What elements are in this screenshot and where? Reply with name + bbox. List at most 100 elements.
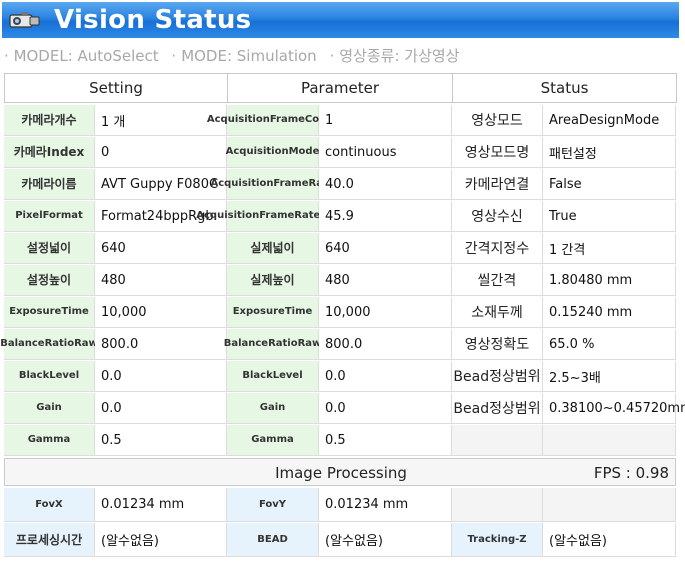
title-bar: Vision Status bbox=[2, 2, 679, 38]
model-info: MODEL: AutoSelect bbox=[13, 47, 159, 65]
ip-value-a: (알수없음) bbox=[95, 523, 227, 557]
fps-readout: FPS : 0.98 bbox=[593, 464, 669, 482]
parameter-value: 10,000 bbox=[319, 297, 452, 328]
setting-label: 설정넓이 bbox=[4, 233, 95, 264]
status-label: Bead정상범위 bbox=[452, 393, 543, 424]
status-label: 카메라연결 bbox=[452, 169, 543, 200]
parameter-label: BlackLevel bbox=[227, 361, 319, 392]
table-row: 설정넓이 640 실제넓이 640 간격지정수 1 간격 bbox=[4, 233, 676, 264]
setting-label: 카메라이름 bbox=[4, 169, 95, 200]
status-value: 0.38100~0.45720mm bbox=[543, 393, 685, 424]
setting-label: BlackLevel bbox=[4, 361, 95, 392]
parameter-value: 1 bbox=[319, 105, 452, 136]
status-value: False bbox=[543, 169, 676, 200]
status-value: 패턴설정 bbox=[543, 137, 676, 168]
image-kind-info: 영상종류: 가상영상 bbox=[339, 47, 460, 65]
status-value: AreaDesignMode bbox=[543, 105, 676, 136]
status-value: 65.0 % bbox=[543, 329, 676, 360]
parameter-value: 640 bbox=[319, 233, 452, 264]
parameter-label: AcquisitionFrameRate bbox=[210, 169, 335, 200]
table-row: Gamma 0.5 Gamma 0.5 bbox=[4, 425, 676, 456]
parameter-label: AcquisitionMode bbox=[226, 137, 319, 168]
ip-label-a: FovX bbox=[4, 488, 95, 522]
setting-header: Setting bbox=[4, 73, 228, 103]
table-row: BalanceRatioRaw 800.0 BalanceRatioRaw 800.0… bbox=[0, 329, 676, 360]
setting-label: 카메라개수 bbox=[4, 105, 95, 136]
parameter-value: 800.0 bbox=[319, 329, 452, 360]
setting-value: 0.5 bbox=[95, 425, 227, 456]
table-row: ExposureTime 10,000 ExposureTime 10,000 소재두께… bbox=[4, 297, 676, 328]
ip-label-b: FovY bbox=[227, 488, 319, 522]
setting-value: 0.0 bbox=[95, 393, 227, 424]
ip-label-c: Tracking-Z bbox=[452, 523, 543, 557]
table-row: Gain 0.0 Gain 0.0 Bead정상범위 0.38100~0.45720mm bbox=[4, 393, 685, 424]
parameter-label: 실제높이 bbox=[227, 265, 319, 296]
parameter-value: 40.0 bbox=[319, 169, 452, 200]
image-processing-bar: Image Processing FPS : 0.98 bbox=[4, 458, 676, 486]
setting-label: 카메라Index bbox=[4, 137, 95, 168]
parameter-value: continuous bbox=[319, 137, 452, 168]
status-value: 1 간격 bbox=[543, 233, 676, 264]
parameter-label: AcquisitionFrameRateLimit bbox=[196, 201, 349, 232]
parameter-label: 실제넓이 bbox=[227, 233, 319, 264]
status-value: 1.80480 mm bbox=[543, 265, 676, 296]
setting-value: 480 bbox=[95, 265, 227, 296]
ip-row: FovX 0.01234 mm FovY 0.01234 mm bbox=[4, 488, 676, 522]
table-row: PixelFormat Format24bppRgb AcquisitionFram… bbox=[4, 201, 676, 232]
info-line: · MODEL: AutoSelect · MODE: Simulation · 영… bbox=[4, 45, 684, 66]
setting-label: Gamma bbox=[4, 425, 95, 456]
setting-value: 640 bbox=[95, 233, 227, 264]
parameter-value: 0.5 bbox=[319, 425, 452, 456]
status-header: Status bbox=[452, 73, 677, 103]
table-row: 카메라개수 1 개 AcquisitionFrameCount 1 영상모드 AreaDe… bbox=[4, 105, 676, 136]
image-processing-title: Image Processing bbox=[275, 464, 407, 482]
ip-row: 프로세싱시간 (알수없음) BEAD (알수없음) Tracking-Z (알수없음) bbox=[4, 523, 676, 557]
table-row: 카메라Index 0 AcquisitionMode continuous 영상모드명 패… bbox=[4, 137, 676, 168]
bullet-3: · bbox=[329, 47, 335, 65]
parameter-label: Gain bbox=[227, 393, 319, 424]
setting-value: 10,000 bbox=[95, 297, 227, 328]
status-label: 씰간격 bbox=[452, 265, 543, 296]
bullet-2: · bbox=[171, 47, 177, 65]
ip-label-a: 프로세싱시간 bbox=[4, 523, 95, 557]
bullet-1: · bbox=[4, 47, 9, 65]
status-label: 소재두께 bbox=[452, 297, 543, 328]
status-value: True bbox=[543, 201, 676, 232]
mode-info: MODE: Simulation bbox=[181, 47, 317, 65]
parameter-header: Parameter bbox=[227, 73, 453, 103]
ip-value-b: 0.01234 mm bbox=[319, 488, 452, 522]
parameter-value: 480 bbox=[319, 265, 452, 296]
camera-icon bbox=[9, 12, 40, 28]
page-title: Vision Status bbox=[54, 5, 252, 35]
setting-value: 0.0 bbox=[95, 361, 227, 392]
status-label: 영상모드명 bbox=[452, 137, 543, 168]
status-label: 영상정확도 bbox=[452, 329, 543, 360]
ip-value-b: (알수없음) bbox=[319, 523, 452, 557]
setting-label: ExposureTime bbox=[4, 297, 95, 328]
setting-value: AVT Guppy F080C bbox=[95, 169, 227, 200]
status-value: 0.15240 mm bbox=[543, 297, 676, 328]
status-value bbox=[543, 425, 676, 456]
ip-label-b: BEAD bbox=[227, 523, 319, 557]
ip-label-c bbox=[452, 488, 543, 522]
status-label: Bead정상범위 bbox=[452, 361, 543, 392]
setting-label: PixelFormat bbox=[4, 201, 95, 232]
status-label bbox=[452, 425, 543, 456]
table-row: 설정높이 480 실제높이 480 씰간격 1.80480 mm bbox=[4, 265, 676, 296]
setting-label: BalanceRatioRaw bbox=[0, 329, 98, 360]
parameter-label: Gamma bbox=[227, 425, 319, 456]
setting-label: 설정높이 bbox=[4, 265, 95, 296]
setting-label: Gain bbox=[4, 393, 95, 424]
status-value: 2.5~3배 bbox=[543, 361, 676, 392]
parameter-value: 45.9 bbox=[319, 201, 452, 232]
parameter-value: 0.0 bbox=[319, 393, 452, 424]
table-row: BlackLevel 0.0 BlackLevel 0.0 Bead정상범위 2.5~3배 bbox=[4, 361, 676, 392]
parameter-label: AcquisitionFrameCount bbox=[207, 105, 338, 136]
status-label: 영상모드 bbox=[452, 105, 543, 136]
table-row: 카메라이름 AVT Guppy F080C AcquisitionFrameRate… bbox=[4, 169, 676, 200]
setting-value: 0 bbox=[95, 137, 227, 168]
ip-value-a: 0.01234 mm bbox=[95, 488, 227, 522]
ip-value-c bbox=[543, 488, 676, 522]
parameter-label: ExposureTime bbox=[227, 297, 319, 328]
status-label: 간격지정수 bbox=[452, 233, 543, 264]
